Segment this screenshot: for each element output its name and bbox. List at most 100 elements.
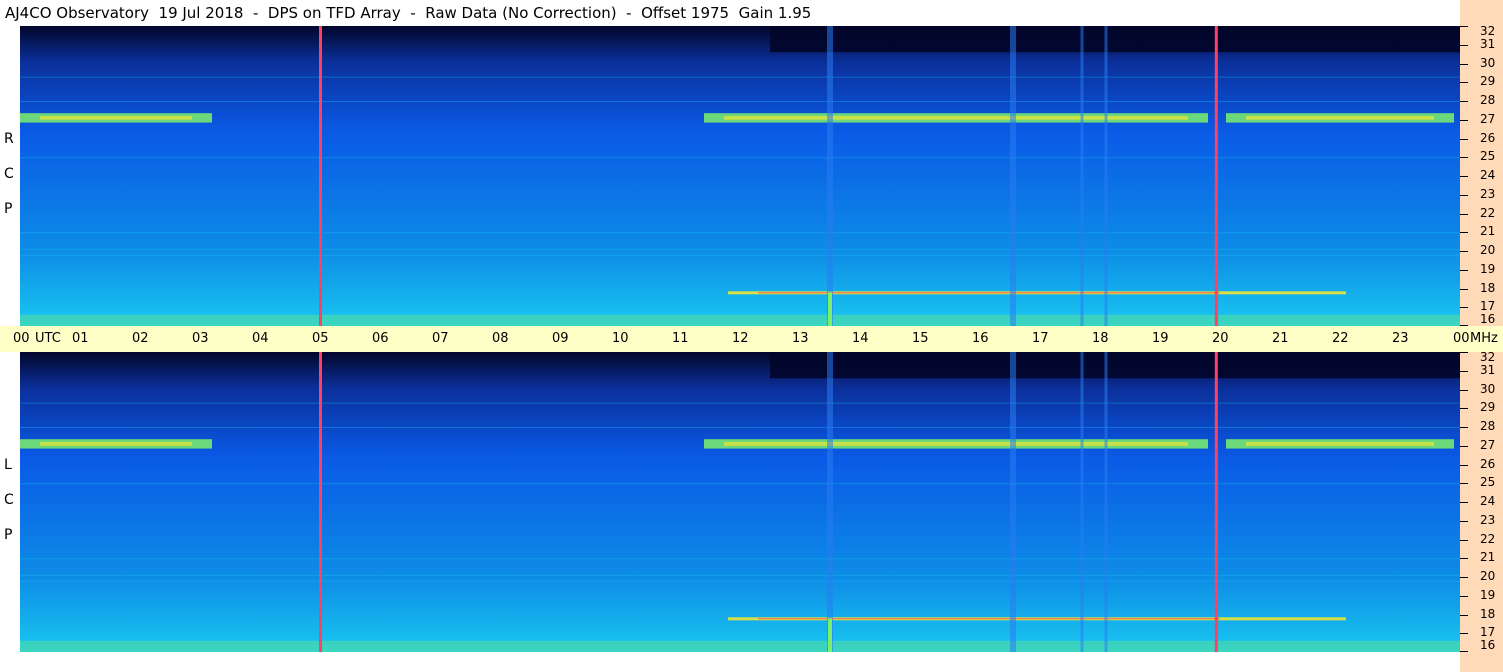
lcp-spectrogram: [20, 352, 1460, 652]
x-tick-label: 22: [1332, 331, 1349, 346]
rcp-burst-base: [828, 292, 832, 326]
y-tick: [1460, 26, 1468, 27]
lcp-burst-3: [1104, 352, 1108, 652]
y-tick: [1460, 194, 1468, 196]
lcp-band27-core-1: [724, 442, 1188, 446]
lcp-burst-base: [828, 618, 832, 652]
y-tick-label: 16: [1480, 312, 1496, 326]
y-tick-label: 32: [1480, 24, 1496, 38]
rcp-burst-1: [1010, 26, 1016, 326]
rcp-marker-1: [1214, 26, 1218, 326]
x-tick-label: 09: [552, 331, 569, 346]
x-tick-label: 23: [1392, 331, 1409, 346]
y-tick-label: 29: [1480, 74, 1496, 89]
y-tick-label: 27: [1480, 111, 1496, 126]
lcp-label-letter: P: [4, 527, 13, 543]
lcp-band27-core-2: [1246, 442, 1434, 446]
x-tick-label: 17: [1032, 331, 1049, 346]
lcp-marker-0: [319, 352, 322, 652]
rcp-burst-3: [1104, 26, 1108, 326]
y-tick: [1460, 44, 1468, 46]
y-tick: [1460, 539, 1468, 541]
rcp-marker-0: [319, 26, 322, 326]
y-tick: [1460, 176, 1468, 177]
x-axis-unit: UTC: [35, 331, 61, 346]
x-tick-label: 03: [192, 331, 209, 346]
y-tick-label: 20: [1480, 243, 1496, 257]
y-tick: [1460, 558, 1468, 560]
y-tick-label: 31: [1480, 362, 1496, 377]
y-tick: [1460, 63, 1468, 65]
y-tick: [1460, 502, 1468, 503]
x-tick-label: 21: [1272, 331, 1289, 346]
lcp-burst-0: [827, 352, 833, 652]
y-tick: [1460, 232, 1468, 234]
x-tick-label: 02: [132, 331, 149, 346]
x-tick-label: 01: [72, 331, 89, 346]
y-tick: [1460, 119, 1468, 121]
lcp-marker-1: [1214, 352, 1218, 652]
x-tick-label: 12: [732, 331, 749, 346]
y-tick-label: 23: [1480, 512, 1496, 527]
y-tick-label: 16: [1480, 638, 1496, 652]
chart-title: AJ4CO Observatory 19 Jul 2018 - DPS on T…: [0, 0, 1460, 26]
rcp-burst-2: [1080, 26, 1084, 326]
x-tick-label: 06: [372, 331, 389, 346]
rcp-band27-core-1: [724, 116, 1188, 120]
x-tick-label: 19: [1152, 331, 1169, 346]
y-tick: [1460, 464, 1468, 466]
x-tick-label: 08: [492, 331, 509, 346]
y-tick: [1460, 370, 1468, 372]
x-tick-label: 14: [852, 331, 869, 346]
y-tick-label: 29: [1480, 400, 1496, 415]
rcp-band27-core-0: [40, 116, 192, 120]
lcp-hline-3: [20, 483, 1460, 485]
x-tick-label: 00: [13, 331, 30, 346]
y-axis-unit: MHz: [1470, 331, 1498, 346]
y-tick-label: 22: [1480, 531, 1496, 546]
y-tick: [1460, 307, 1468, 309]
lcp-hline-1: [20, 575, 1460, 577]
y-tick: [1460, 595, 1468, 597]
rcp-bottom-noise: [20, 314, 1460, 326]
rcp-hline-4: [20, 101, 1460, 102]
lcp-label-letter: L: [4, 457, 12, 473]
y-tick-label: 21: [1480, 224, 1496, 239]
y-tick-label: 30: [1480, 381, 1496, 396]
x-tick-label: 10: [612, 331, 629, 346]
y-tick: [1460, 82, 1468, 84]
rcp-hline-2: [20, 254, 1460, 256]
y-tick-label: 21: [1480, 550, 1496, 565]
y-tick-label: 25: [1480, 475, 1496, 490]
y-tick-label: 28: [1480, 419, 1496, 433]
x-tick-label: 11: [672, 331, 689, 346]
rcp-label-letter: P: [4, 201, 13, 217]
y-tick-label: 26: [1480, 130, 1496, 145]
rcp-spectrogram: [20, 26, 1460, 326]
y-tick-label: 24: [1480, 168, 1496, 182]
lcp-label-letter: C: [4, 492, 14, 508]
y-tick: [1460, 269, 1468, 271]
lcp-hline-2: [20, 580, 1460, 582]
y-tick: [1460, 445, 1468, 447]
rcp-spectrogram-svg: [20, 26, 1460, 326]
rcp-background: [20, 26, 1460, 326]
y-tick-label: 28: [1480, 93, 1496, 107]
x-tick-label: 16: [972, 331, 989, 346]
y-tick: [1460, 288, 1468, 290]
x-tick-label: 05: [312, 331, 329, 346]
y-tick-label: 19: [1480, 587, 1496, 602]
x-tick-label: 15: [912, 331, 929, 346]
rcp-band27-core-2: [1246, 116, 1434, 120]
y-tick: [1460, 520, 1468, 522]
rcp-label-letter: R: [4, 131, 14, 147]
y-tick: [1460, 352, 1468, 353]
y-tick: [1460, 483, 1468, 485]
y-tick-label: 17: [1480, 299, 1496, 314]
y-tick-label: 27: [1480, 437, 1496, 452]
y-tick-label: 31: [1480, 36, 1496, 51]
y-tick: [1460, 427, 1468, 428]
lcp-burst-2: [1080, 352, 1084, 652]
rcp-hline-3: [20, 157, 1460, 159]
x-tick-label: 07: [432, 331, 449, 346]
